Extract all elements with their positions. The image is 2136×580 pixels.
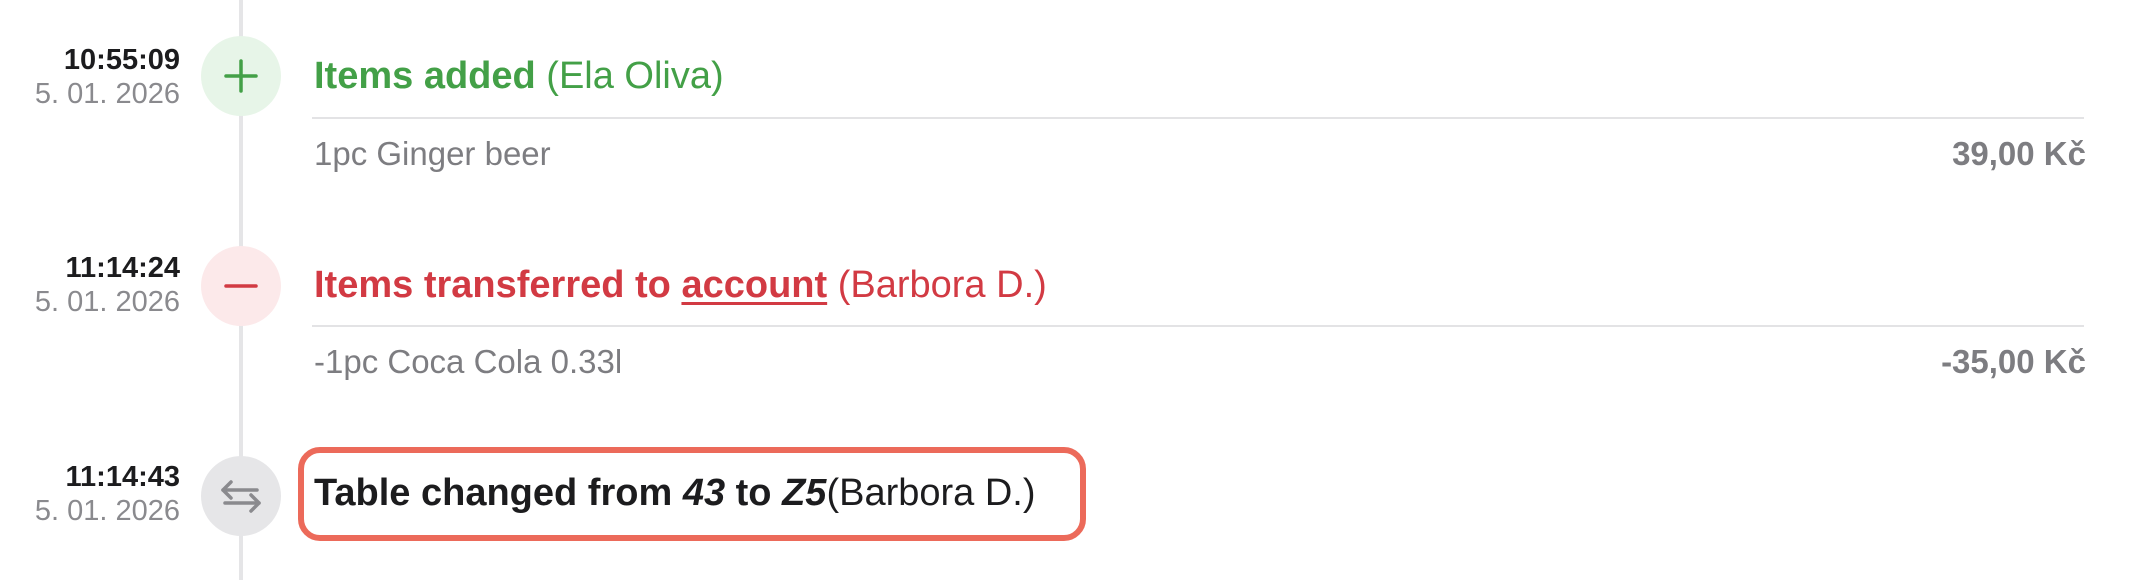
event-time: 11:14:43 (65, 461, 181, 493)
event-user: (Ela Oliva) (546, 55, 724, 97)
event-dot-transferred (201, 246, 281, 326)
event-title: Items transferred to account (Barbora D.… (314, 266, 1047, 304)
item-price: 39,00 Kč (1952, 135, 2086, 172)
item-name: -1pc Coca Cola 0.33l (314, 343, 623, 380)
account-link[interactable]: account (681, 264, 827, 306)
swap-arrows-icon (221, 480, 261, 513)
to-table: Z5 (782, 472, 827, 514)
plus-icon (224, 59, 258, 93)
event-date: 5. 01. 2026 (34, 286, 180, 318)
event-timestamp: 11:14:43 5. 01. 2026 (35, 463, 180, 526)
event-action: Items added (314, 55, 536, 97)
event-time: 11:14:24 (65, 252, 181, 284)
event-user: (Barbora D.) (826, 472, 1036, 514)
event-user: (Barbora D.) (837, 264, 1047, 306)
item-name: 1pc Ginger beer (314, 135, 551, 172)
event-action: Table changed from (314, 472, 673, 514)
from-table: 43 (682, 472, 726, 514)
item-price: -35,00 Kč (1941, 343, 2086, 380)
to-word: to (735, 472, 772, 514)
event-action: Items transferred to (314, 264, 671, 306)
event-title: Items added (Ela Oliva) (314, 57, 724, 95)
event-dot-table-changed (201, 456, 281, 536)
event-timestamp: 10:55:09 5. 01. 2026 (35, 46, 180, 109)
event-timestamp: 11:14:24 5. 01. 2026 (35, 254, 180, 317)
event-date: 5. 01. 2026 (34, 78, 180, 110)
event-date: 5. 01. 2026 (34, 495, 180, 527)
event-title: Table changed from 43 to Z5(Barbora D.) (314, 474, 1036, 512)
event-divider (312, 117, 2084, 119)
minus-icon (224, 284, 258, 288)
event-dot-added (201, 36, 281, 116)
event-divider (312, 325, 2084, 327)
event-time: 10:55:09 (63, 44, 180, 76)
